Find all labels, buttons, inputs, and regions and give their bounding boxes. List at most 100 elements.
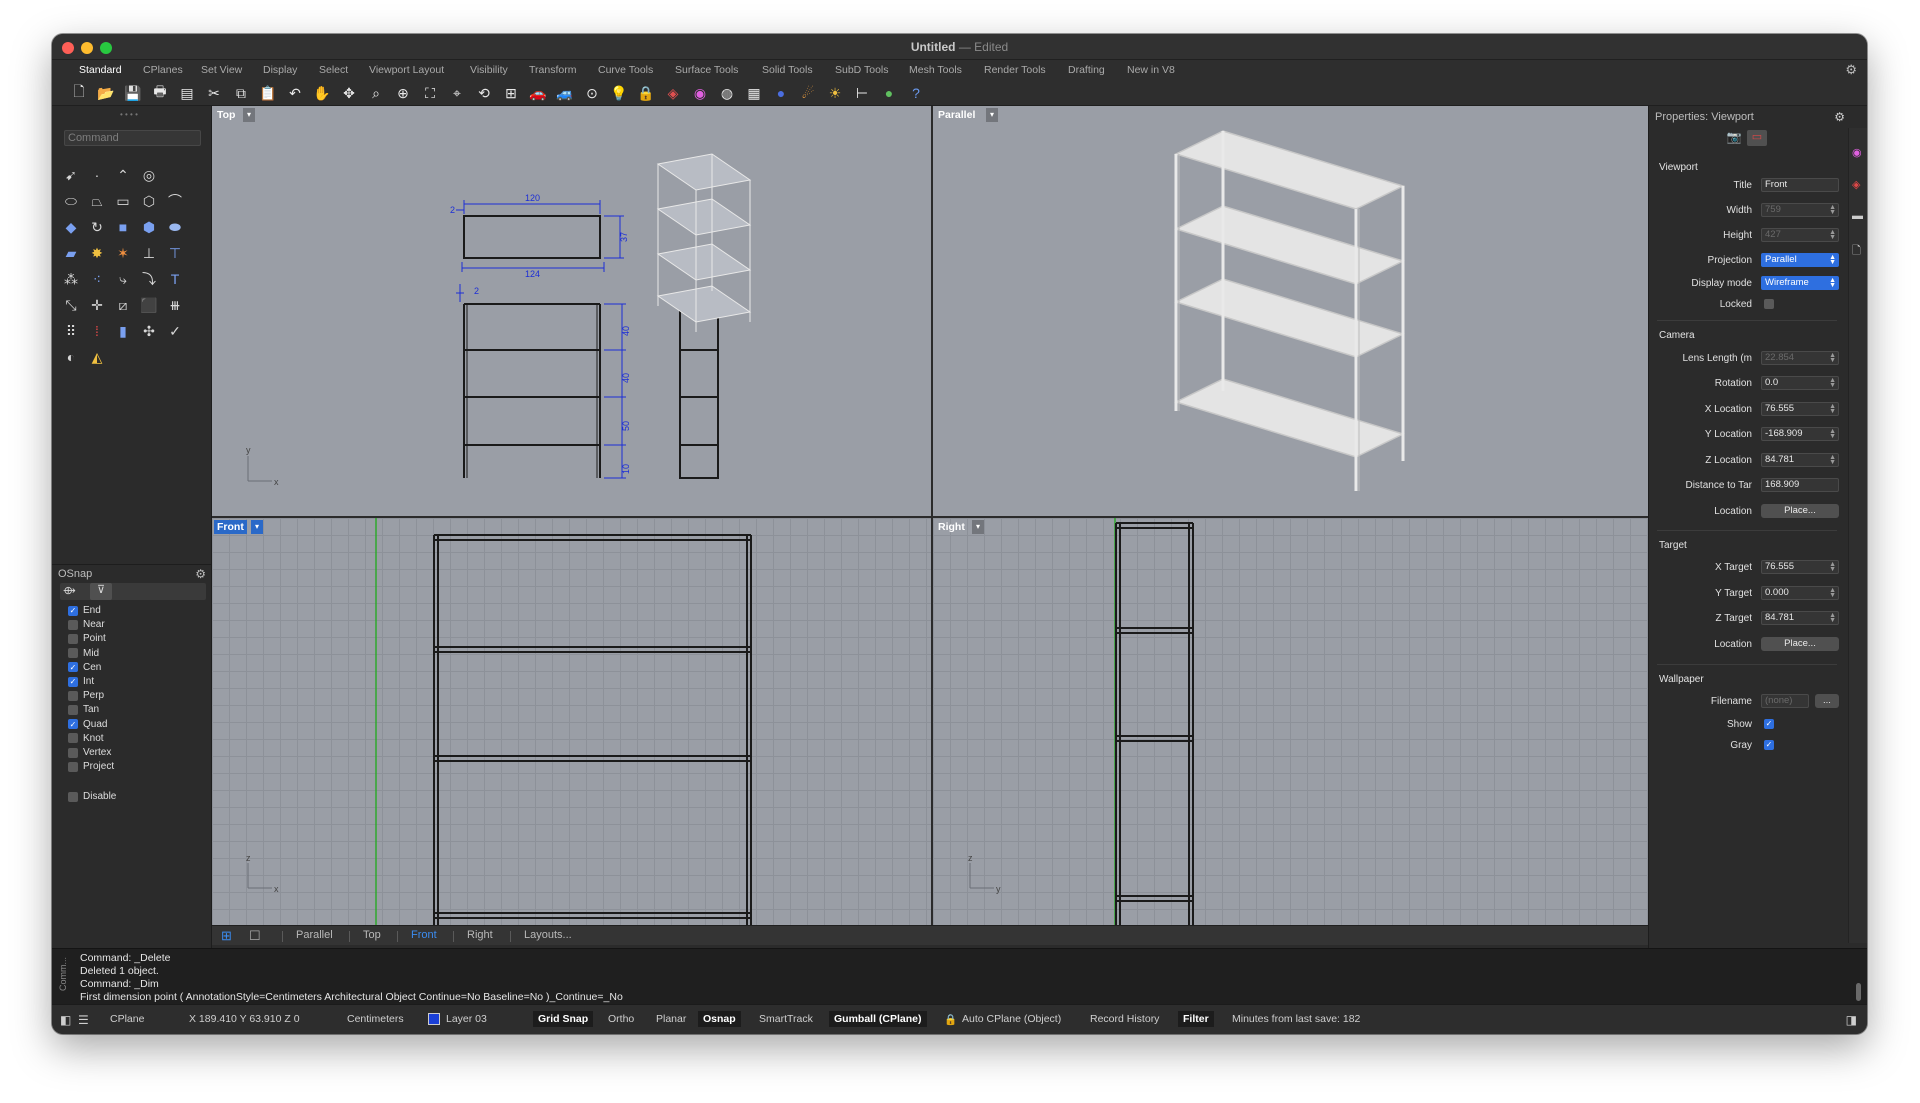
lock-icon[interactable]: 🔒 [636, 83, 656, 103]
osnap-gear-icon[interactable]: ⚙ [195, 567, 206, 581]
y-target-field[interactable]: 0.000 ▲ ▼ [1761, 586, 1839, 600]
tab-subd-tools[interactable]: SubD Tools [835, 64, 889, 76]
viewport-front-label[interactable]: Front [214, 520, 247, 534]
osnap-toggle[interactable]: Osnap [698, 1011, 741, 1027]
transform-icon[interactable]: ✣ [138, 320, 160, 342]
rotation-stepper-icon[interactable]: ▲ ▼ [1829, 377, 1836, 389]
grid-snap-toggle[interactable]: Grid Snap [533, 1011, 594, 1027]
shade-icon[interactable]: ◐ [60, 346, 82, 368]
record-history-toggle[interactable]: Record History [1090, 1013, 1159, 1025]
panel-grip-icon[interactable]: • • • • [120, 110, 138, 119]
show-checkbox[interactable]: ✓ [1764, 719, 1774, 729]
select-arrow-icon[interactable]: ➹ [60, 164, 82, 186]
gumball-toggle[interactable]: Gumball (CPlane) [829, 1011, 927, 1027]
undo-view-icon[interactable]: ⟲ [474, 83, 494, 103]
ellipse-icon[interactable]: ⬭ [60, 190, 82, 212]
viewport-right[interactable]: z y Right ▾ [933, 518, 1648, 925]
point-icon[interactable]: · [86, 164, 108, 186]
explode-icon[interactable]: ✸ [86, 242, 108, 264]
plugin-sphere-icon[interactable]: ● [879, 83, 899, 103]
cplane-status[interactable]: CPlane [110, 1013, 144, 1025]
light-bulb-icon[interactable]: 💡 [609, 83, 629, 103]
text-icon[interactable]: T [164, 268, 186, 290]
tab-standard[interactable]: Standard [79, 64, 122, 76]
scale-icon[interactable]: ⧄ [112, 294, 134, 316]
top-chevron-down-icon[interactable]: ▾ [243, 108, 255, 122]
viewport-top[interactable]: 120 124 37 2 2 40 40 50 10 y x Top ▾ [212, 106, 931, 516]
viewport-top-label[interactable]: Top [214, 108, 238, 122]
offset-icon[interactable]: ⤵ [138, 268, 160, 290]
layout-icon[interactable]: ▮ [112, 320, 134, 342]
group-icon[interactable]: ⁂ [60, 268, 82, 290]
surface-icon[interactable]: ◆ [60, 216, 82, 238]
osnap-item-knot[interactable]: Knot [68, 732, 104, 745]
height-field[interactable]: 427 ▲ ▼ [1761, 228, 1839, 242]
box-icon[interactable]: ■ [112, 216, 134, 238]
zoom-window-icon[interactable]: ⊕ [393, 83, 413, 103]
osnap-item-point[interactable]: Point [68, 632, 106, 645]
lens-length-field[interactable]: 22.854 ▲ ▼ [1761, 351, 1839, 365]
width-field[interactable]: 759 ▲ ▼ [1761, 203, 1839, 217]
light-icon[interactable]: ◭ [86, 346, 108, 368]
list-icon[interactable]: ☰ [78, 1013, 89, 1027]
z-location-field[interactable]: 84.781 ▲ ▼ [1761, 453, 1839, 467]
locked-checkbox[interactable] [1764, 299, 1774, 309]
viewport-parallel[interactable]: Parallel ▾ [933, 106, 1648, 516]
y-location-stepper-icon[interactable]: ▲ ▼ [1829, 428, 1836, 440]
z-target-field[interactable]: 84.781 ▲ ▼ [1761, 611, 1839, 625]
material-ball-icon[interactable]: ◍ [717, 83, 737, 103]
new-file-icon[interactable]: 🗋 [69, 83, 89, 103]
filter-toggle[interactable]: Filter [1178, 1011, 1214, 1027]
trim-icon[interactable]: ⊥ [138, 242, 160, 264]
lock-status-icon[interactable]: 🔒 [944, 1013, 957, 1026]
ortho-toggle[interactable]: Ortho [608, 1013, 634, 1025]
z-location-stepper-icon[interactable]: ▲ ▼ [1829, 454, 1836, 466]
distance-field[interactable]: 168.909 [1761, 478, 1839, 492]
osnap-item-near[interactable]: Near [68, 618, 105, 631]
undo-icon[interactable]: ↶ [285, 83, 305, 103]
osnap-checkbox[interactable] [68, 733, 78, 744]
tab-drafting[interactable]: Drafting [1068, 64, 1105, 76]
zoom-extents-icon[interactable]: ⛶ [420, 83, 440, 103]
four-view-layout-icon[interactable]: ⊞ [221, 928, 232, 944]
gray-checkbox[interactable]: ✓ [1764, 740, 1774, 750]
tab-visibility[interactable]: Visibility [470, 64, 508, 76]
units-status[interactable]: Centimeters [347, 1013, 404, 1025]
fillet-icon[interactable]: ⤷ [112, 268, 134, 290]
title-field[interactable]: Front [1761, 178, 1839, 192]
osnap-checkbox[interactable] [68, 747, 78, 758]
tab-render-tools[interactable]: Render Tools [984, 64, 1046, 76]
viewport-parallel-label[interactable]: Parallel [935, 108, 978, 122]
command-history[interactable]: Comm... Command: _Delete Deleted 1 objec… [52, 948, 1867, 1004]
help-icon[interactable]: ? [906, 83, 926, 103]
car-ghost-icon[interactable]: 🚙 [555, 83, 575, 103]
mesh-icon[interactable]: ▰ [60, 242, 82, 264]
osnap-checkbox[interactable] [68, 761, 78, 772]
hatch-icon[interactable]: ⧻ [164, 294, 186, 316]
right-chevron-down-icon[interactable]: ▾ [972, 520, 984, 534]
color-wheel-icon[interactable]: ◉ [690, 83, 710, 103]
osnap-checkbox[interactable] [68, 704, 78, 715]
tab-top[interactable]: Top [363, 929, 381, 941]
x-target-stepper-icon[interactable]: ▲ ▼ [1829, 561, 1836, 573]
layer-icon[interactable]: ◈ [663, 83, 683, 103]
tab-transform[interactable]: Transform [529, 64, 576, 76]
viewport-props-icon[interactable]: ▭ [1747, 130, 1767, 146]
revolve-icon[interactable]: ↻ [86, 216, 108, 238]
osnap-filter-icon[interactable]: ⊽ [90, 583, 112, 600]
projection-select[interactable]: Parallel ▲ ▼ [1761, 253, 1839, 267]
layer-strip-icon[interactable]: ▬ [1852, 210, 1863, 222]
tab-parallel[interactable]: Parallel [296, 929, 333, 941]
check-icon[interactable]: ✓ [164, 320, 186, 342]
target-place-button[interactable]: Place... [1761, 637, 1839, 651]
cylinder-icon[interactable]: ⬬ [164, 216, 186, 238]
save-icon[interactable]: 💾 [123, 83, 143, 103]
split-icon[interactable]: ⊤ [164, 242, 186, 264]
texture-icon[interactable]: ▦ [744, 83, 764, 103]
osnap-checkbox[interactable] [68, 633, 78, 644]
planar-toggle[interactable]: Planar [656, 1013, 686, 1025]
tab-set-view[interactable]: Set View [201, 64, 242, 76]
single-view-layout-icon[interactable]: ☐ [249, 928, 261, 944]
lens-stepper-icon[interactable]: ▲ ▼ [1829, 352, 1836, 364]
grid-icon[interactable]: ⠿ [60, 320, 82, 342]
